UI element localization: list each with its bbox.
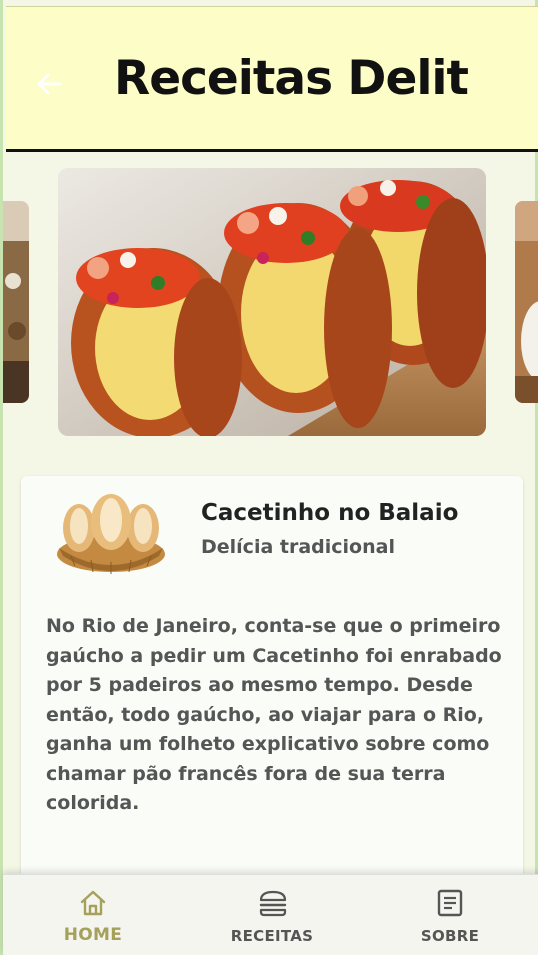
nav-label-home: HOME <box>63 925 123 945</box>
recipe-description: No Rio de Janeiro, conta-se que o primei… <box>46 615 502 814</box>
nav-label-sobre: SOBRE <box>420 927 480 945</box>
nav-item-receitas[interactable]: RECEITAS <box>212 875 332 955</box>
nav-label-receitas: RECEITAS <box>230 927 314 945</box>
slide-current[interactable] <box>58 168 486 436</box>
nav-item-home[interactable]: HOME <box>33 875 153 955</box>
back-button[interactable] <box>34 69 64 99</box>
recipe-card[interactable]: Cacetinho no Balaio Delícia tradicional … <box>21 476 523 896</box>
app-frame: Receitas Delit Cacetinho no Balaio Delíc… <box>0 0 538 955</box>
arrow-left-icon <box>37 73 62 95</box>
food-photo-current <box>58 168 486 436</box>
home-icon <box>80 890 106 916</box>
food-photo-previous <box>3 201 29 403</box>
page-title: Receitas Delit <box>114 51 469 106</box>
nav-item-sobre[interactable]: SOBRE <box>390 875 510 955</box>
recipe-title: Cacetinho no Balaio <box>201 500 459 526</box>
slide-next[interactable] <box>515 201 538 403</box>
slide-previous[interactable] <box>3 201 29 403</box>
app-bar: Receitas Delit <box>6 6 538 152</box>
document-icon <box>437 889 463 917</box>
burger-icon <box>259 890 287 917</box>
food-photo-next <box>515 201 538 403</box>
bottom-navigation: HOME RECEITAS SOBRE <box>3 874 538 955</box>
image-carousel[interactable] <box>3 168 538 438</box>
bread-basket-image <box>57 494 165 574</box>
recipe-subtitle: Delícia tradicional <box>201 536 395 558</box>
